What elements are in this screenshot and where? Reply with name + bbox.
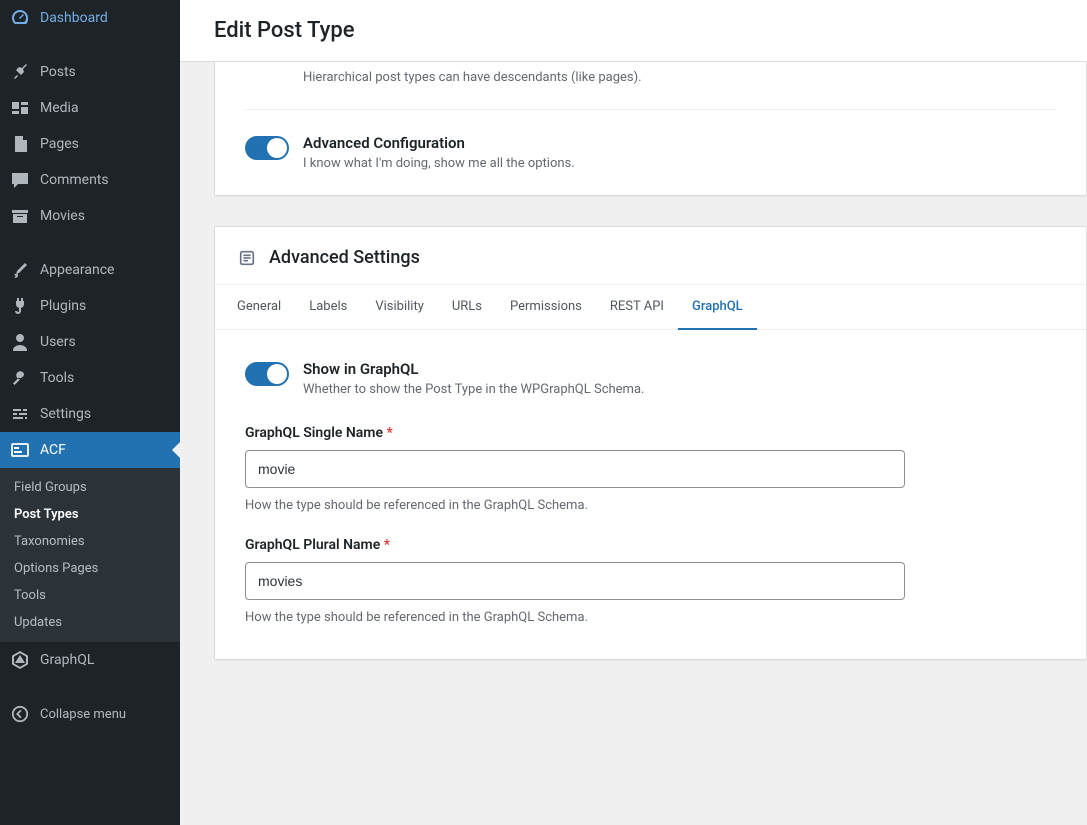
advanced-config-label: Advanced Configuration: [303, 134, 575, 152]
sidebar-sep: [0, 234, 180, 252]
collapse-label: Collapse menu: [40, 707, 126, 722]
graphql-plural-name-input[interactable]: [245, 562, 905, 600]
collapse-menu-button[interactable]: Collapse menu: [0, 696, 180, 732]
sidebar-item-graphql[interactable]: GraphQL: [0, 642, 180, 678]
graphql-plural-name-label: GraphQL Plural Name *: [245, 537, 1056, 553]
toggle-knob: [267, 138, 287, 158]
admin-sidebar: Dashboard Posts Media Pages Comments Mov…: [0, 0, 180, 825]
graphql-plural-name-field: GraphQL Plural Name * How the type shoul…: [245, 537, 1056, 625]
graphql-single-name-label: GraphQL Single Name *: [245, 425, 1056, 441]
sidebar-label: Pages: [40, 136, 79, 152]
collapse-icon: [10, 704, 30, 724]
show-in-graphql-label: Show in GraphQL: [303, 360, 644, 378]
graphql-single-name-help: How the type should be referenced in the…: [245, 498, 1056, 513]
tab-urls[interactable]: URLs: [438, 285, 496, 330]
submenu-updates[interactable]: Updates: [0, 609, 180, 636]
settings-list-icon: [237, 248, 257, 268]
acf-submenu: Field Groups Post Types Taxonomies Optio…: [0, 468, 180, 642]
sidebar-sep: [0, 678, 180, 696]
required-mark: *: [384, 537, 390, 553]
pages-icon: [10, 134, 30, 154]
sidebar-label: GraphQL: [40, 652, 94, 668]
plug-icon: [10, 296, 30, 316]
acf-icon: [10, 440, 30, 460]
show-in-graphql-row: Show in GraphQL Whether to show the Post…: [245, 360, 1056, 425]
media-icon: [10, 98, 30, 118]
submenu-post-types[interactable]: Post Types: [0, 501, 180, 528]
hierarchical-desc: Hierarchical post types can have descend…: [215, 62, 1086, 109]
comments-icon: [10, 170, 30, 190]
tab-visibility[interactable]: Visibility: [361, 285, 438, 330]
advanced-config-desc: I know what I'm doing, show me all the o…: [303, 156, 575, 171]
pin-icon: [10, 62, 30, 82]
sidebar-item-media[interactable]: Media: [0, 90, 180, 126]
sidebar-item-tools[interactable]: Tools: [0, 360, 180, 396]
sidebar-item-pages[interactable]: Pages: [0, 126, 180, 162]
tab-graphql[interactable]: GraphQL: [678, 285, 757, 330]
sidebar-item-users[interactable]: Users: [0, 324, 180, 360]
sidebar-label: Posts: [40, 64, 76, 80]
required-mark: *: [386, 425, 392, 441]
dashboard-icon: [10, 8, 30, 28]
toggle-knob: [267, 364, 287, 384]
submenu-tools[interactable]: Tools: [0, 582, 180, 609]
label-text: GraphQL Plural Name: [245, 537, 380, 553]
show-in-graphql-desc: Whether to show the Post Type in the WPG…: [303, 382, 644, 397]
page-header: Edit Post Type: [180, 0, 1087, 62]
sidebar-item-appearance[interactable]: Appearance: [0, 252, 180, 288]
sidebar-label: Settings: [40, 406, 91, 422]
sidebar-label: Movies: [40, 208, 85, 224]
sidebar-label: Dashboard: [40, 10, 108, 26]
submenu-taxonomies[interactable]: Taxonomies: [0, 528, 180, 555]
sidebar-item-acf[interactable]: ACF: [0, 432, 180, 468]
tab-permissions[interactable]: Permissions: [496, 285, 596, 330]
basic-settings-panel: Hierarchical post types can have descend…: [214, 62, 1087, 196]
tab-labels[interactable]: Labels: [295, 285, 361, 330]
advanced-settings-panel: Advanced Settings General Labels Visibil…: [214, 226, 1087, 660]
sliders-icon: [10, 404, 30, 424]
sidebar-label: ACF: [40, 442, 66, 458]
advanced-tabs: General Labels Visibility URLs Permissio…: [215, 284, 1086, 330]
tab-general[interactable]: General: [237, 285, 295, 330]
advanced-config-toggle[interactable]: [245, 136, 289, 160]
graphql-icon: [10, 650, 30, 670]
sidebar-item-comments[interactable]: Comments: [0, 162, 180, 198]
sidebar-label: Plugins: [40, 298, 86, 314]
wrench-icon: [10, 368, 30, 388]
label-text: GraphQL Single Name: [245, 425, 383, 441]
page-title: Edit Post Type: [214, 18, 1053, 43]
advanced-config-row: Advanced Configuration I know what I'm d…: [215, 110, 1086, 195]
sidebar-item-movies[interactable]: Movies: [0, 198, 180, 234]
submenu-field-groups[interactable]: Field Groups: [0, 474, 180, 501]
sidebar-label: Tools: [40, 370, 74, 386]
tab-rest-api[interactable]: REST API: [596, 285, 678, 330]
sidebar-label: Media: [40, 100, 79, 116]
submenu-options-pages[interactable]: Options Pages: [0, 555, 180, 582]
graphql-single-name-input[interactable]: [245, 450, 905, 488]
graphql-tab-body: Show in GraphQL Whether to show the Post…: [215, 330, 1086, 659]
sidebar-label: Users: [40, 334, 76, 350]
content-scroll: Hierarchical post types can have descend…: [180, 62, 1087, 730]
graphql-plural-name-help: How the type should be referenced in the…: [245, 610, 1056, 625]
sidebar-label: Appearance: [40, 262, 114, 278]
sidebar-item-plugins[interactable]: Plugins: [0, 288, 180, 324]
advanced-settings-title: Advanced Settings: [269, 247, 420, 268]
user-icon: [10, 332, 30, 352]
brush-icon: [10, 260, 30, 280]
sidebar-item-dashboard[interactable]: Dashboard: [0, 0, 180, 36]
show-in-graphql-toggle[interactable]: [245, 362, 289, 386]
graphql-single-name-field: GraphQL Single Name * How the type shoul…: [245, 425, 1056, 513]
sidebar-item-posts[interactable]: Posts: [0, 54, 180, 90]
sidebar-item-settings[interactable]: Settings: [0, 396, 180, 432]
archive-icon: [10, 206, 30, 226]
main-content: Edit Post Type Hierarchical post types c…: [180, 0, 1087, 825]
advanced-settings-header: Advanced Settings: [215, 227, 1086, 284]
sidebar-label: Comments: [40, 172, 109, 188]
sidebar-sep: [0, 36, 180, 54]
